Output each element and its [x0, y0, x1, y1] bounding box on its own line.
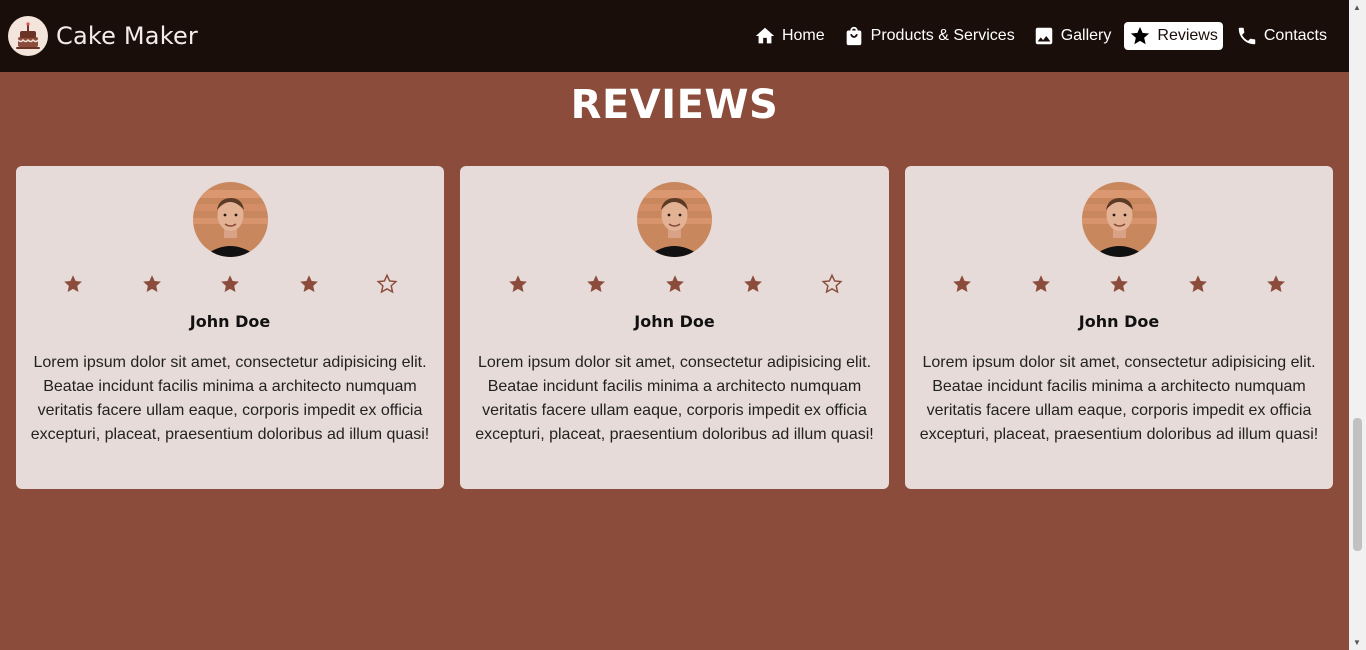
- star-outline-icon: [376, 273, 398, 294]
- star-rating: [951, 273, 1287, 295]
- star-filled-icon: [299, 275, 318, 292]
- navbar: Cake Maker Home Products & Services Gall…: [0, 0, 1349, 72]
- star-rating: [507, 273, 843, 295]
- scroll-thumb[interactable]: [1353, 418, 1362, 551]
- page-title: REVIEWS: [570, 82, 779, 128]
- review-card: John Doe Lorem ipsum dolor sit amet, con…: [905, 166, 1333, 489]
- scrollbar[interactable]: ▲ ▼: [1349, 0, 1366, 650]
- star-filled-icon: [744, 275, 762, 292]
- main-nav: Home Products & Services Gallery Reviews…: [749, 22, 1332, 50]
- star-filled-icon: [665, 275, 684, 292]
- star-filled-icon: [508, 275, 527, 292]
- nav-label: Home: [781, 27, 825, 44]
- nav-label: Gallery: [1060, 27, 1112, 44]
- avatar: [1081, 182, 1157, 257]
- reviewer-name: John Doe: [634, 312, 715, 331]
- review-text: Lorem ipsum dolor sit amet, consectetur …: [475, 354, 874, 443]
- star-filled-icon: [1267, 275, 1285, 292]
- star-filled-icon: [953, 275, 971, 292]
- nav-gallery[interactable]: Gallery: [1028, 22, 1117, 50]
- nav-reviews[interactable]: Reviews: [1124, 22, 1223, 50]
- nav-home[interactable]: Home: [749, 22, 830, 50]
- star-filled-icon: [587, 275, 605, 292]
- avatar: [637, 182, 712, 257]
- brand[interactable]: Cake Maker: [8, 16, 198, 56]
- review-card: John Doe Lorem ipsum dolor sit amet, con…: [460, 166, 889, 489]
- shopping-bag-icon: [846, 26, 861, 46]
- nav-label: Products & Services: [870, 27, 1015, 44]
- cake-icon: [8, 16, 48, 56]
- home-icon: [755, 27, 775, 44]
- brand-name: Cake Maker: [56, 22, 198, 50]
- star-filled-icon: [1031, 275, 1050, 292]
- star-filled-icon: [64, 275, 82, 292]
- nav-products-services[interactable]: Products & Services: [838, 22, 1020, 50]
- reviews-list: John Doe Lorem ipsum dolor sit amet, con…: [16, 166, 1333, 489]
- star-filled-icon: [142, 275, 161, 292]
- reviewer-name: John Doe: [1078, 312, 1160, 331]
- nav-label: Reviews: [1157, 27, 1218, 44]
- review-text: Lorem ipsum dolor sit amet, consectetur …: [30, 354, 430, 443]
- image-icon: [1035, 27, 1052, 45]
- scroll-up-icon[interactable]: ▲: [1353, 3, 1361, 12]
- star-outline-icon: [820, 273, 843, 294]
- star-icon: [1131, 26, 1150, 45]
- nav-contacts[interactable]: Contacts: [1231, 22, 1332, 50]
- reviewer-name: John Doe: [189, 312, 271, 331]
- scroll-down-icon[interactable]: ▼: [1353, 638, 1361, 647]
- review-text: Lorem ipsum dolor sit amet, consectetur …: [919, 354, 1319, 443]
- avatar: [192, 182, 268, 257]
- phone-icon: [1238, 27, 1256, 45]
- nav-label: Contacts: [1263, 27, 1327, 44]
- star-rating: [62, 273, 398, 295]
- star-filled-icon: [1110, 275, 1128, 292]
- star-filled-icon: [1188, 275, 1207, 292]
- star-filled-icon: [221, 275, 239, 292]
- review-card: John Doe Lorem ipsum dolor sit amet, con…: [16, 166, 444, 489]
